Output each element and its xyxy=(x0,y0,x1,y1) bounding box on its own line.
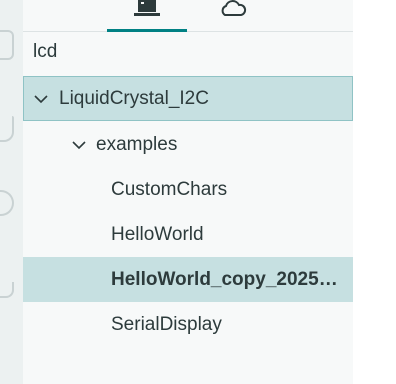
cloud-icon xyxy=(221,0,247,16)
sketchbook-icon[interactable] xyxy=(0,30,14,60)
tree-item-label: HelloWorld_copy_20251... xyxy=(111,268,343,290)
board-manager-icon[interactable] xyxy=(0,116,14,142)
sketchbook-tabs xyxy=(23,0,353,32)
tree-item-label: LiquidCrystal_I2C xyxy=(59,87,209,109)
tree-item-label: CustomChars xyxy=(111,178,228,200)
tree-item-label: HelloWorld xyxy=(111,223,204,245)
tree-item-sketch[interactable]: HelloWorld xyxy=(23,212,353,257)
activity-rail xyxy=(0,0,23,384)
tab-local-sketchbook[interactable] xyxy=(107,0,187,32)
app-window: lcd LiquidCrystal_I2C examples CustomCha… xyxy=(0,0,396,384)
tree-item-label: SerialDisplay xyxy=(111,313,222,335)
tree-item-examples-folder[interactable]: examples xyxy=(23,122,353,167)
tree-item-sketch[interactable]: SerialDisplay xyxy=(23,302,353,347)
editor-area-edge xyxy=(353,0,396,384)
tab-cloud-sketchbook[interactable] xyxy=(213,0,253,31)
chevron-down-icon[interactable] xyxy=(32,90,50,108)
tree-item-sketch-selected[interactable]: HelloWorld_copy_20251... xyxy=(23,257,353,302)
sketchbook-panel: lcd LiquidCrystal_I2C examples CustomCha… xyxy=(23,0,353,384)
chevron-down-icon[interactable] xyxy=(70,136,88,154)
tree-item-library[interactable]: LiquidCrystal_I2C xyxy=(23,76,353,121)
tree-item-sketch[interactable]: CustomChars xyxy=(23,167,353,212)
debug-icon[interactable] xyxy=(0,282,14,298)
library-manager-icon[interactable] xyxy=(0,190,14,216)
laptop-icon xyxy=(134,0,160,16)
tree-item-label: examples xyxy=(96,133,178,155)
sketch-filter-text: lcd xyxy=(33,41,58,62)
